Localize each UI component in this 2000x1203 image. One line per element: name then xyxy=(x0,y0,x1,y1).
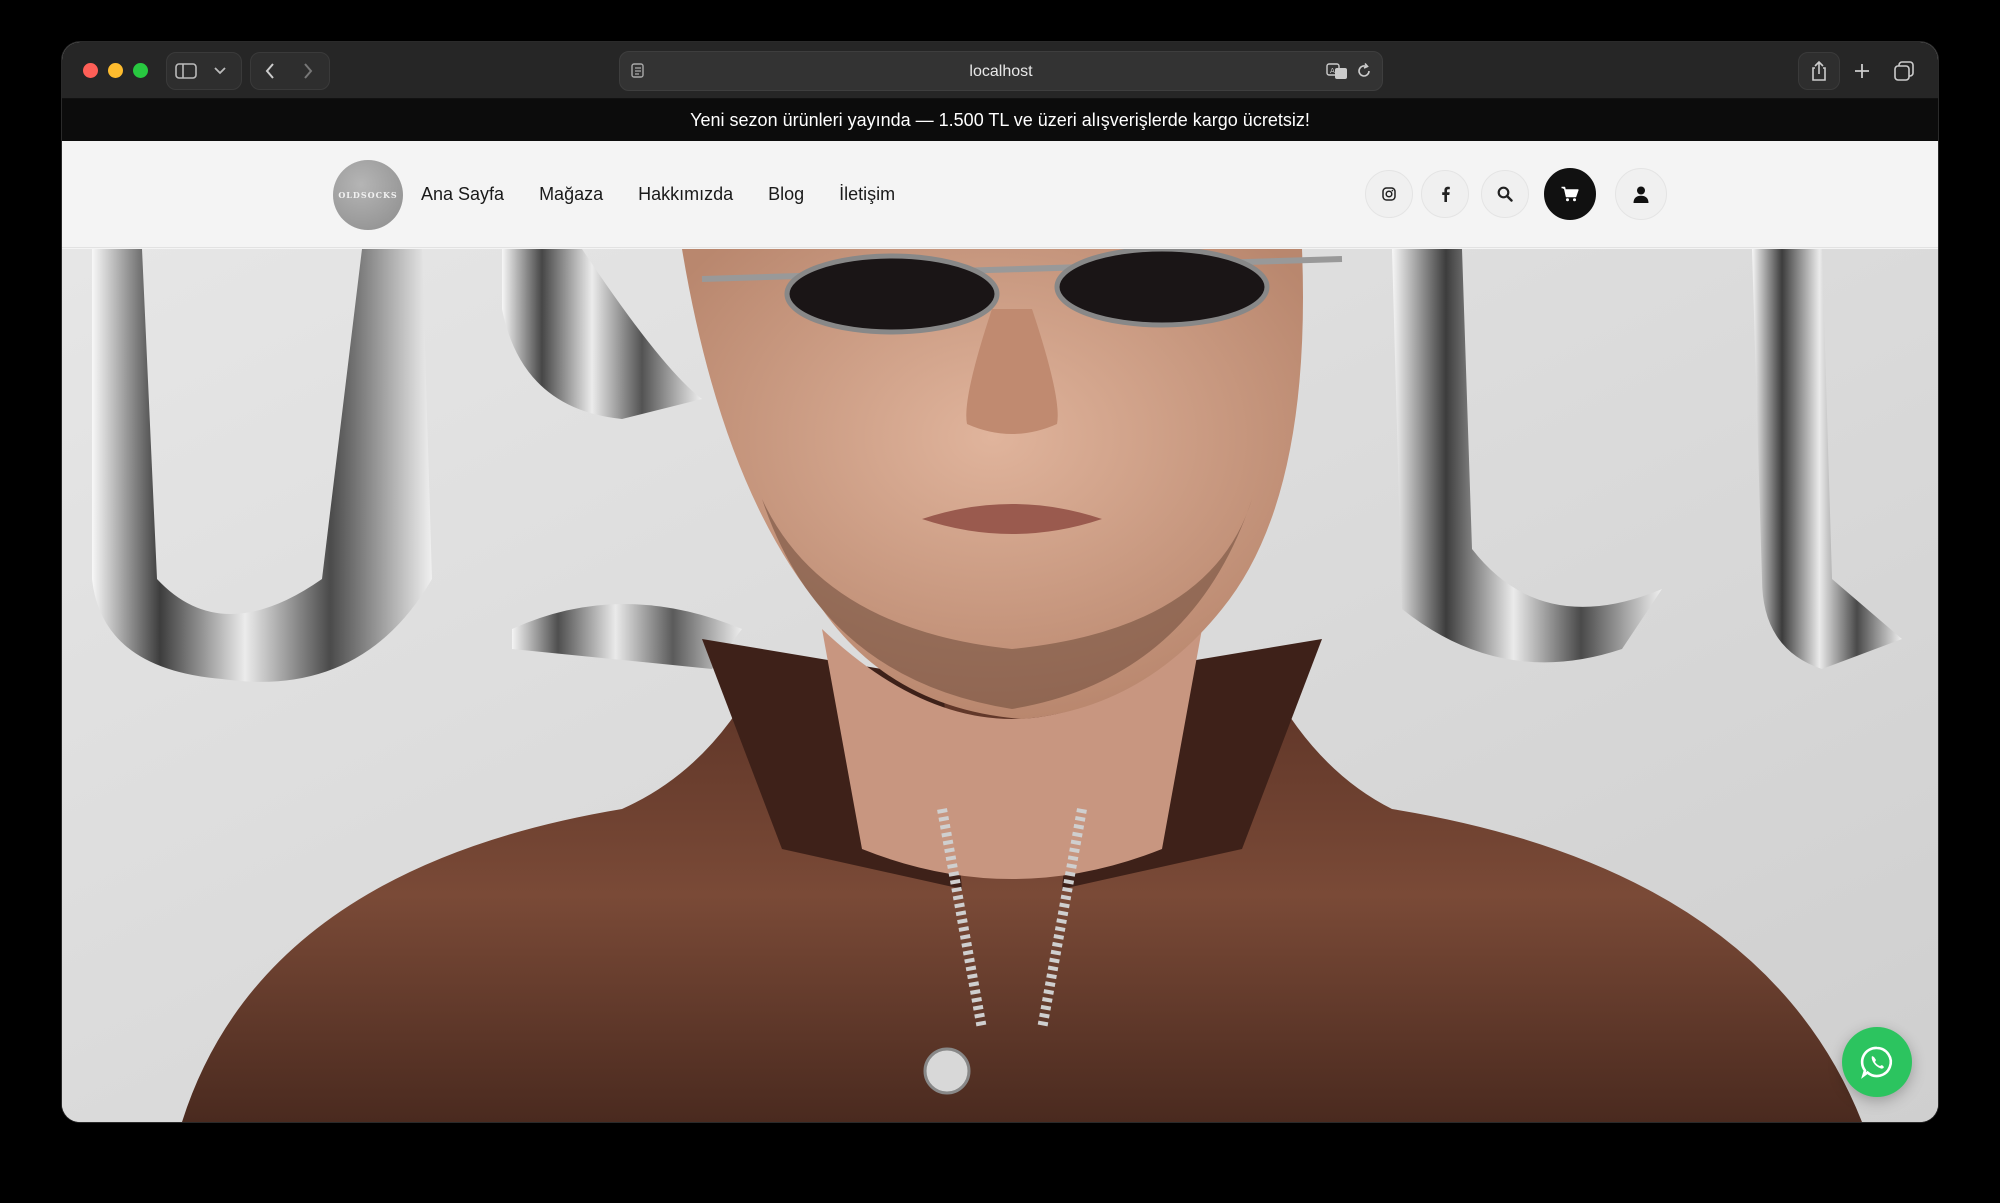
instagram-icon xyxy=(1382,187,1396,201)
sidebar-menu-button[interactable] xyxy=(205,53,235,89)
close-window-button[interactable] xyxy=(83,63,98,78)
whatsapp-button[interactable] xyxy=(1842,1027,1912,1097)
minimize-window-button[interactable] xyxy=(108,63,123,78)
sidebar-toggle-group xyxy=(166,52,242,90)
site-logo[interactable]: OLDSOCKS xyxy=(333,160,403,230)
nav-item-blog[interactable]: Blog xyxy=(768,184,804,205)
browser-toolbar: localhost A xyxy=(62,42,1938,99)
nav-item-about[interactable]: Hakkımızda xyxy=(638,184,733,205)
back-button[interactable] xyxy=(251,53,289,89)
reload-icon[interactable] xyxy=(1356,62,1372,80)
address-bar[interactable]: localhost A xyxy=(619,51,1383,91)
announcement-text: Yeni sezon ürünleri yayında — 1.500 TL v… xyxy=(690,110,1310,130)
sidebar-toggle-button[interactable] xyxy=(167,53,205,89)
new-tab-icon xyxy=(1855,64,1869,78)
share-button[interactable] xyxy=(1798,52,1840,90)
forward-icon xyxy=(304,63,313,79)
forward-button[interactable] xyxy=(289,53,327,89)
share-icon xyxy=(1812,60,1826,81)
svg-text:A: A xyxy=(1330,67,1335,75)
sidebar-icon xyxy=(175,63,197,79)
chevron-down-icon xyxy=(214,67,226,75)
search-icon xyxy=(1497,186,1513,202)
main-nav: Ana Sayfa Mağaza Hakkımızda Blog İletişi… xyxy=(421,141,895,248)
logo-text: OLDSOCKS xyxy=(338,190,398,200)
user-icon xyxy=(1633,186,1649,203)
facebook-icon xyxy=(1441,186,1450,202)
nav-item-shop[interactable]: Mağaza xyxy=(539,184,603,205)
zoom-window-button[interactable] xyxy=(133,63,148,78)
cart-button[interactable] xyxy=(1544,168,1596,220)
whatsapp-icon xyxy=(1860,1046,1893,1079)
history-nav-group xyxy=(250,52,330,90)
cart-icon xyxy=(1561,186,1579,202)
instagram-button[interactable] xyxy=(1365,170,1413,218)
tab-overview-icon xyxy=(1894,61,1914,81)
site-header: OLDSOCKS Ana Sayfa Mağaza Hakkımızda Blo… xyxy=(62,141,1938,248)
hero-banner xyxy=(62,249,1938,1122)
announcement-bar: Yeni sezon ürünleri yayında — 1.500 TL v… xyxy=(62,99,1938,141)
facebook-button[interactable] xyxy=(1421,170,1469,218)
account-button[interactable] xyxy=(1615,168,1667,220)
back-icon xyxy=(265,63,274,79)
search-button[interactable] xyxy=(1481,170,1529,218)
browser-actions xyxy=(1798,52,1924,90)
address-url[interactable]: localhost xyxy=(620,52,1382,92)
hero-image xyxy=(62,249,1938,1122)
translate-icon[interactable]: A xyxy=(1326,62,1348,80)
tab-overview-button[interactable] xyxy=(1884,52,1924,90)
nav-item-home[interactable]: Ana Sayfa xyxy=(421,184,504,205)
new-tab-button[interactable] xyxy=(1844,52,1880,90)
browser-window: localhost A Yeni sezon ürünleri yayında … xyxy=(62,42,1938,1122)
nav-item-contact[interactable]: İletişim xyxy=(839,184,895,205)
